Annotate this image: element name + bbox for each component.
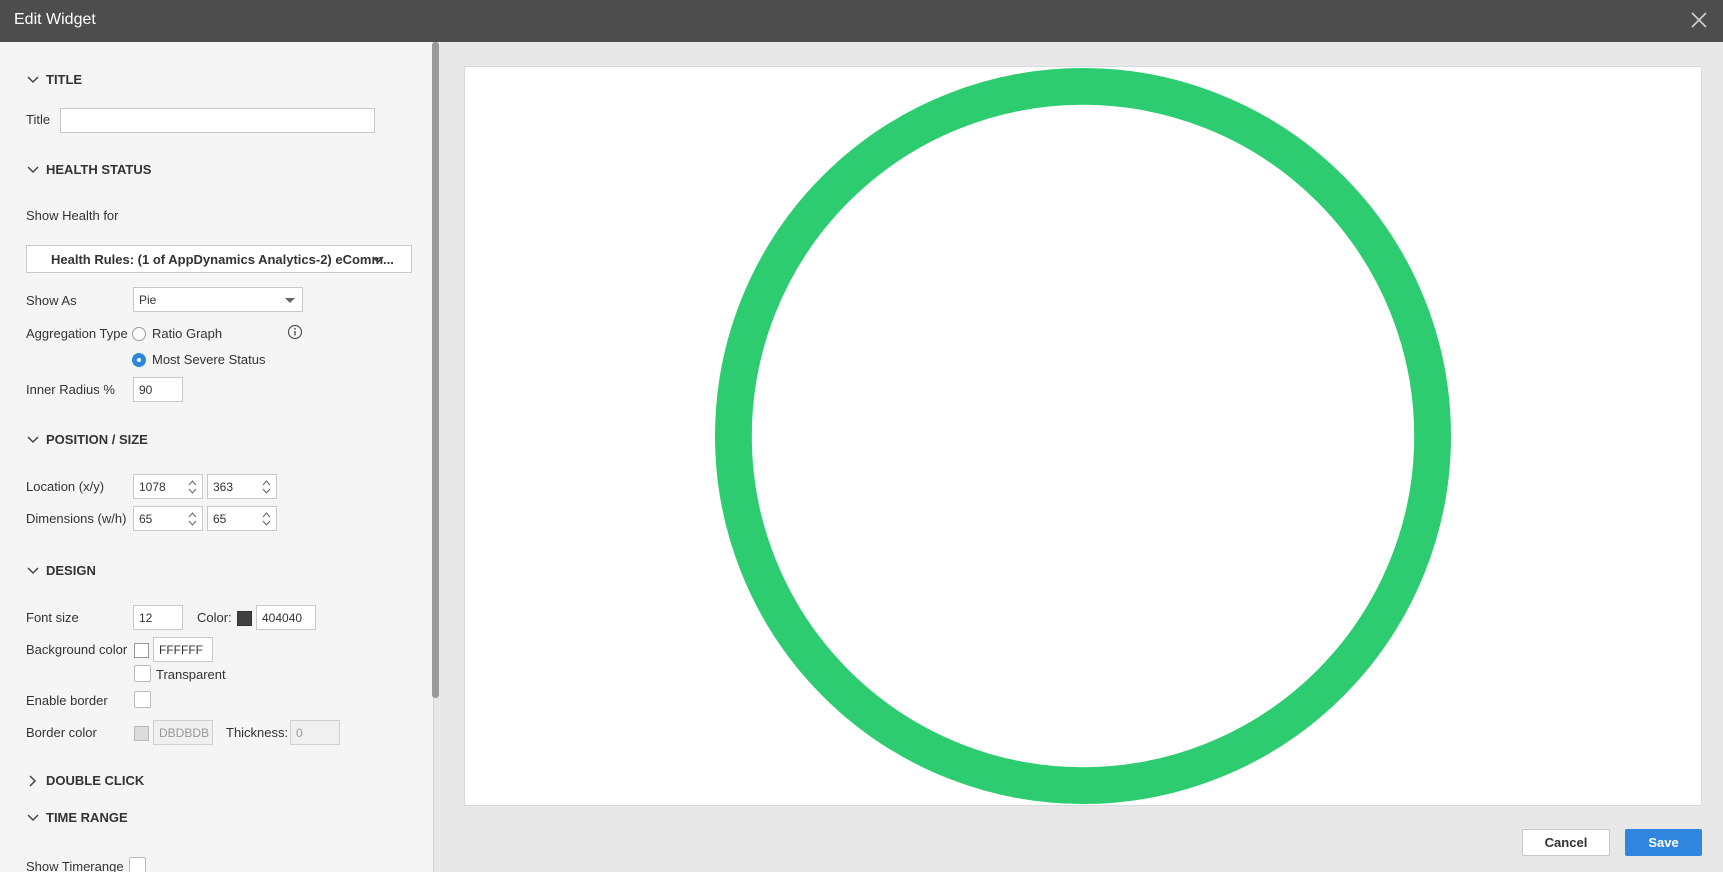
transparent-checkbox[interactable] xyxy=(134,665,151,682)
widget-preview-canvas xyxy=(464,66,1702,806)
spinner-arrows-icon[interactable] xyxy=(262,479,271,495)
location-x-value: 1078 xyxy=(139,480,166,494)
cancel-button[interactable]: Cancel xyxy=(1522,829,1610,856)
aggregation-type-label: Aggregation Type xyxy=(26,326,128,341)
chevron-down-icon xyxy=(27,165,39,173)
background-color-label: Background color xyxy=(26,642,128,657)
enable-border-checkbox[interactable] xyxy=(134,691,151,708)
caret-down-icon xyxy=(285,298,295,303)
settings-sidebar: TITLE Title HEALTH STATUS Show Health fo… xyxy=(0,42,434,872)
sidebar-scrollbar[interactable] xyxy=(432,42,439,698)
height-value: 65 xyxy=(213,512,227,526)
background-color-input[interactable]: FFFFFF xyxy=(153,637,213,662)
chevron-down-icon xyxy=(27,566,39,574)
font-color-swatch[interactable] xyxy=(237,611,252,626)
chevron-down-icon xyxy=(372,256,384,264)
title-input[interactable] xyxy=(60,108,375,133)
font-size-label: Font size xyxy=(26,610,79,625)
enable-border-label: Enable border xyxy=(26,693,108,708)
radio-most-severe-status-label: Most Severe Status xyxy=(152,352,266,367)
chevron-down-icon xyxy=(27,75,39,83)
location-label: Location (x/y) xyxy=(26,479,105,494)
save-button[interactable]: Save xyxy=(1625,829,1702,856)
spinner-arrows-icon[interactable] xyxy=(188,479,197,495)
section-label: POSITION / SIZE xyxy=(46,432,148,447)
spinner-arrows-icon[interactable] xyxy=(262,511,271,527)
radio-ratio-graph-label: Ratio Graph xyxy=(152,326,223,341)
show-as-value: Pie xyxy=(139,293,157,307)
show-timerange-label: Show Timerange xyxy=(26,859,124,872)
width-value: 65 xyxy=(139,512,153,526)
border-color-swatch xyxy=(134,726,149,741)
radio-most-severe-status[interactable] xyxy=(132,353,146,367)
font-size-input[interactable]: 12 xyxy=(133,605,183,630)
section-label: HEALTH STATUS xyxy=(46,162,152,177)
color-label: Color: xyxy=(197,610,232,625)
section-position-size-header[interactable]: POSITION / SIZE xyxy=(26,432,148,447)
location-x-input[interactable]: 1078 xyxy=(133,474,203,499)
dimensions-label: Dimensions (w/h) xyxy=(26,511,127,526)
show-health-for-label: Show Health for xyxy=(26,208,119,223)
width-input[interactable]: 65 xyxy=(133,506,203,531)
height-input[interactable]: 65 xyxy=(207,506,277,531)
section-time-range-header[interactable]: TIME RANGE xyxy=(26,810,128,825)
section-label: DOUBLE CLICK xyxy=(46,773,145,788)
dialog-titlebar: Edit Widget xyxy=(0,0,1723,42)
section-title-header[interactable]: TITLE xyxy=(26,72,82,87)
thickness-input: 0 xyxy=(290,720,340,745)
chevron-down-icon xyxy=(27,813,39,821)
show-timerange-checkbox[interactable] xyxy=(129,857,146,872)
transparent-label: Transparent xyxy=(156,667,226,682)
section-health-status-header[interactable]: HEALTH STATUS xyxy=(26,162,151,177)
spinner-arrows-icon[interactable] xyxy=(188,511,197,527)
health-status-ring xyxy=(714,67,1452,805)
inner-radius-input[interactable]: 90 xyxy=(133,377,183,402)
chevron-right-icon xyxy=(29,774,37,787)
inner-radius-label: Inner Radius % xyxy=(26,382,115,397)
close-icon[interactable] xyxy=(1689,10,1709,30)
section-design-header[interactable]: DESIGN xyxy=(26,563,96,578)
dialog-title: Edit Widget xyxy=(14,11,96,28)
border-color-label: Border color xyxy=(26,725,97,740)
section-double-click-header[interactable]: DOUBLE CLICK xyxy=(26,773,144,788)
location-y-input[interactable]: 363 xyxy=(207,474,277,499)
section-label: TIME RANGE xyxy=(46,810,128,825)
show-as-select[interactable]: Pie xyxy=(133,287,303,312)
thickness-label: Thickness: xyxy=(226,725,289,740)
info-icon[interactable] xyxy=(287,324,303,340)
border-color-input: DBDBDB xyxy=(153,720,213,745)
show-as-label: Show As xyxy=(26,293,77,308)
section-label: TITLE xyxy=(46,72,83,87)
radio-ratio-graph[interactable] xyxy=(132,327,146,341)
title-label: Title xyxy=(26,112,51,127)
health-rules-value: Health Rules: (1 of AppDynamics Analytic… xyxy=(51,252,394,267)
section-label: DESIGN xyxy=(46,563,96,578)
location-y-value: 363 xyxy=(213,480,234,494)
background-color-swatch[interactable] xyxy=(134,643,149,658)
font-color-input[interactable]: 404040 xyxy=(256,605,316,630)
chevron-down-icon xyxy=(27,435,39,443)
health-status-pie-preview xyxy=(714,67,1452,805)
health-rules-dropdown[interactable]: Health Rules: (1 of AppDynamics Analytic… xyxy=(26,245,412,273)
